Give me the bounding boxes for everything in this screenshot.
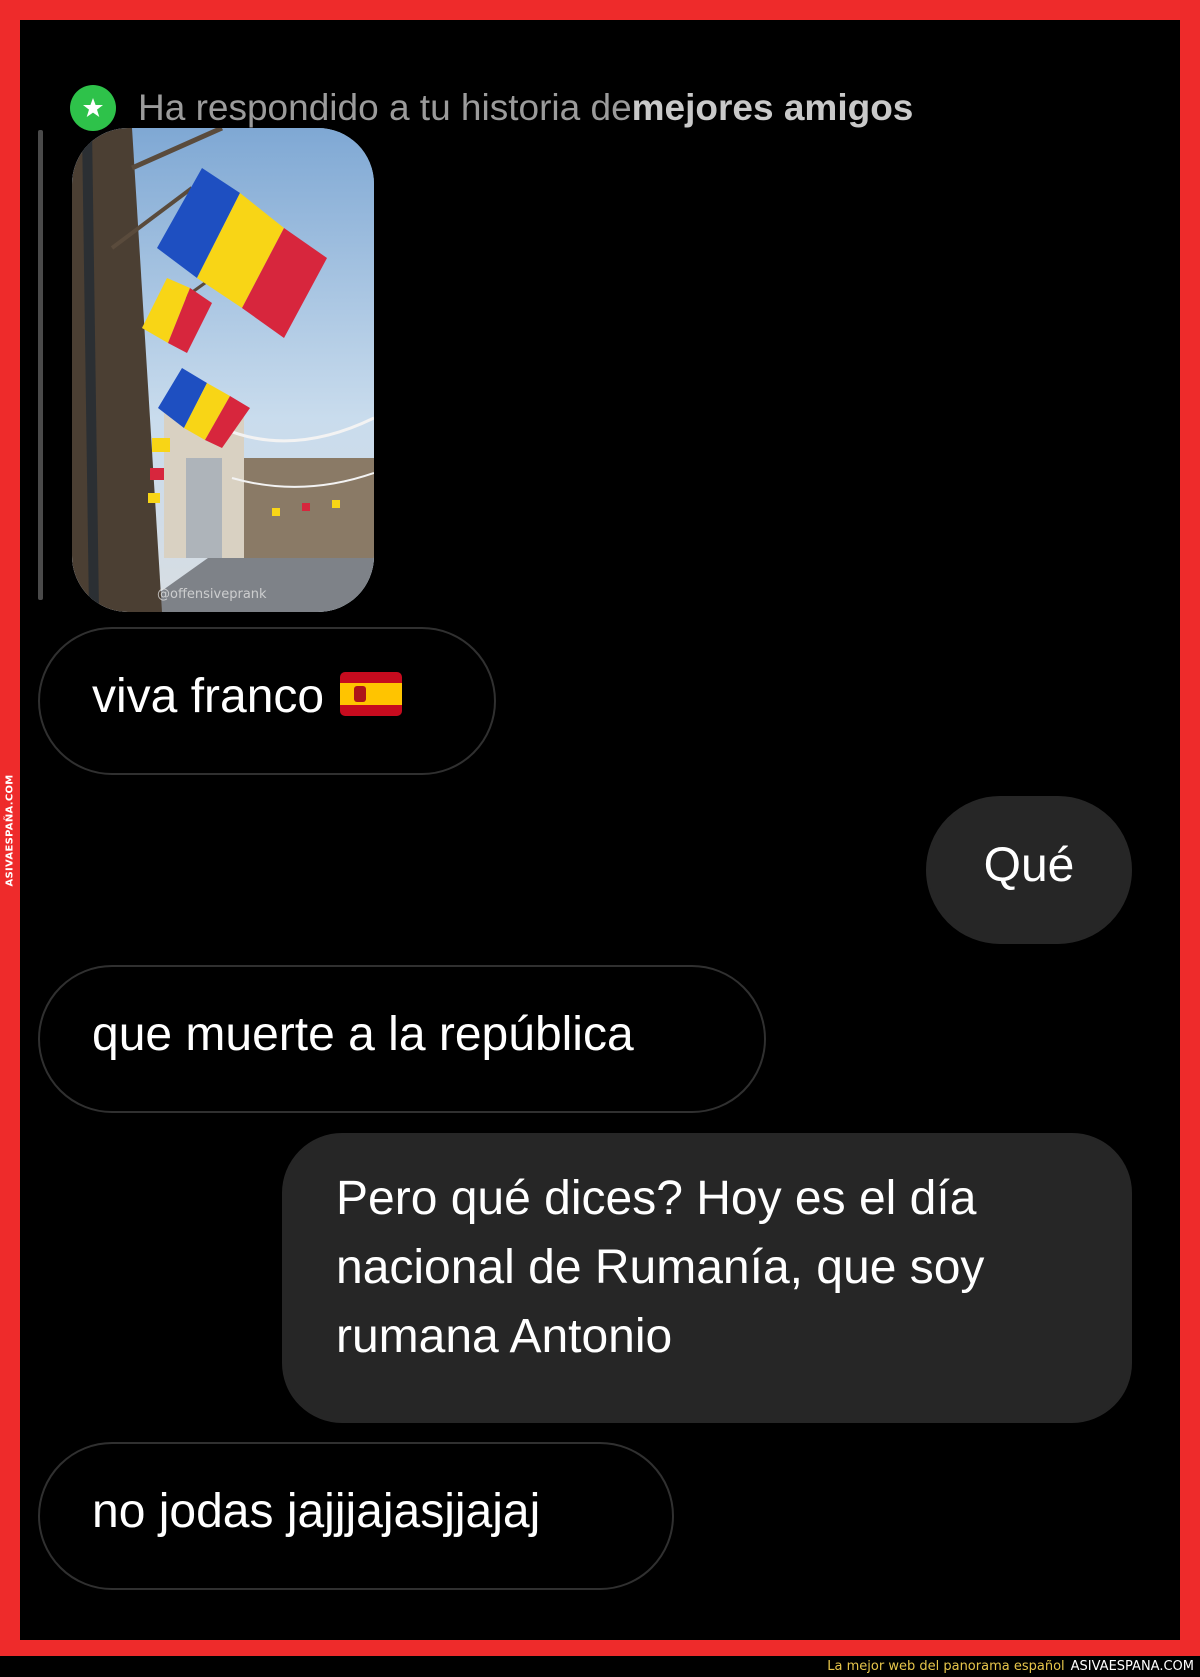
message-text: viva franco: [92, 670, 325, 723]
story-reply-line: [38, 130, 43, 600]
side-watermark-text: ASIVAESPAÑA.COM: [4, 773, 16, 887]
message-text: que muerte a la república: [92, 1008, 634, 1061]
message-text-line: nacional de Rumanía, que soy: [336, 1241, 985, 1294]
message-bubble-received[interactable]: que muerte a la república: [38, 965, 766, 1113]
footer-tagline: La mejor web del panorama español: [827, 1659, 1065, 1674]
message-bubble-received[interactable]: viva franco: [38, 627, 496, 775]
footer-bar: La mejor web del panorama español ASIVAE…: [0, 1656, 1200, 1677]
chat-screen: Ha respondido a tu historia de mejores a…: [20, 20, 1180, 1640]
reply-header-bold: mejores amigos: [631, 87, 914, 128]
message-text-line: rumana Antonio: [336, 1310, 673, 1363]
message-bubble-sent[interactable]: Pero qué dices? Hoy es el día nacional d…: [282, 1133, 1132, 1423]
spain-flag-icon: [340, 672, 403, 716]
story-photo: @offensiveprank: [72, 128, 374, 612]
message-text: Qué: [983, 839, 1075, 892]
message-bubble-received[interactable]: no jodas jajjjajasjjajaj: [38, 1442, 674, 1590]
message-text: no jodas jajjjajasjjajaj: [92, 1485, 541, 1538]
story-reply-header: Ha respondido a tu historia de mejores a…: [70, 85, 913, 131]
footer-site-link[interactable]: ASIVAESPANA.COM: [1071, 1659, 1194, 1674]
story-watermark: @offensiveprank: [157, 587, 267, 602]
side-watermark: ASIVAESPAÑA.COM: [0, 760, 20, 900]
star-icon: [70, 85, 116, 131]
message-bubble-sent[interactable]: Qué: [926, 796, 1132, 944]
message-text-line: Pero qué dices? Hoy es el día: [336, 1172, 977, 1225]
story-thumbnail[interactable]: @offensiveprank: [72, 128, 374, 612]
reply-header-text: Ha respondido a tu historia de: [138, 87, 632, 128]
